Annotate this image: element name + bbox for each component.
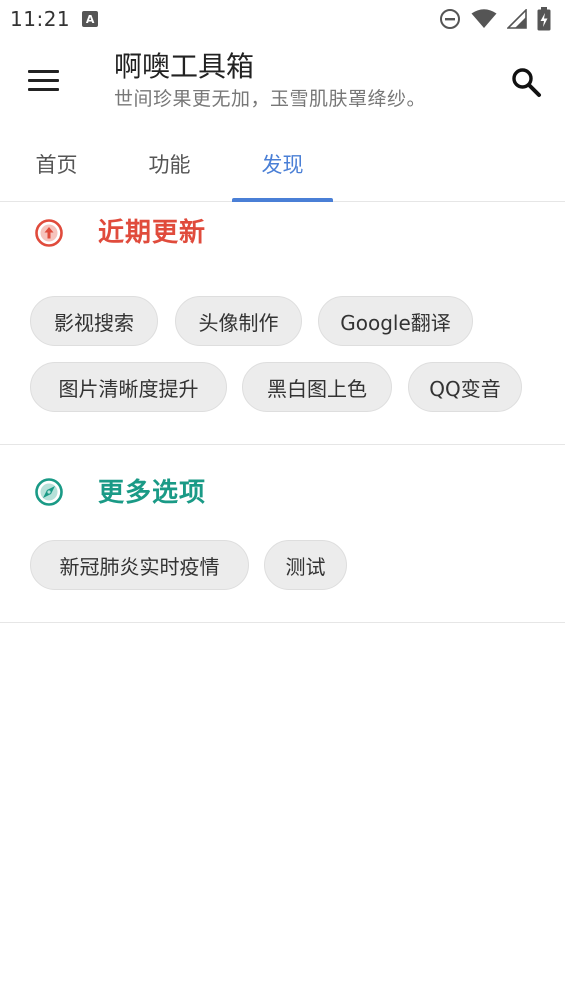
tab-home[interactable]: 首页 [0, 138, 113, 202]
chip-image-enhance[interactable]: 图片清晰度提升 [30, 362, 227, 412]
tab-discover[interactable]: 发现 [232, 138, 333, 202]
app-bar: 啊噢工具箱 世间珍果更无加，玉雪肌肤罩绛纱。 [0, 38, 565, 126]
chip-video-search[interactable]: 影视搜索 [30, 296, 158, 346]
status-bar: 11:21 A [0, 0, 565, 38]
menu-icon-line [28, 88, 59, 91]
section-more-options: 更多选项 新冠肺炎实时疫情 测试 [0, 445, 565, 623]
battery-charging-icon [537, 7, 551, 31]
compass-icon [35, 478, 63, 506]
menu-button[interactable] [28, 68, 60, 94]
cell-signal-icon [507, 9, 527, 29]
title-block: 啊噢工具箱 世间珍果更无加，玉雪肌肤罩绛纱。 [114, 50, 426, 112]
section-title: 近期更新 [98, 218, 207, 248]
chip-qq-voice-changer[interactable]: QQ变音 [408, 362, 522, 412]
status-time: 11:21 [10, 7, 71, 31]
chip-avatar-maker[interactable]: 头像制作 [175, 296, 302, 346]
chip-colorize[interactable]: 黑白图上色 [242, 362, 392, 412]
notification-a-icon: A [82, 11, 99, 27]
menu-icon [28, 70, 59, 73]
wifi-icon [471, 9, 497, 28]
chip-test[interactable]: 测试 [264, 540, 347, 590]
do-not-disturb-icon [440, 9, 460, 29]
status-icons [439, 7, 551, 31]
app-title: 啊噢工具箱 [114, 50, 255, 83]
tab-features[interactable]: 功能 [113, 138, 226, 202]
chip-covid-tracker[interactable]: 新冠肺炎实时疫情 [30, 540, 249, 590]
menu-icon-line [28, 79, 59, 82]
chip-google-translate[interactable]: Google翻译 [318, 296, 473, 346]
section-header: 更多选项 [0, 445, 565, 508]
search-icon [512, 68, 541, 97]
section-header: 近期更新 [0, 202, 565, 262]
search-button[interactable] [510, 66, 542, 98]
tab-bar: 首页 功能 发现 [0, 138, 565, 202]
section-recent-updates: 近期更新 影视搜索 头像制作 Google翻译 图片清晰度提升 黑白图上色 QQ… [0, 202, 565, 445]
arrow-up-circle-icon [35, 219, 63, 247]
app-subtitle: 世间珍果更无加，玉雪肌肤罩绛纱。 [114, 88, 427, 110]
section-title: 更多选项 [98, 478, 207, 508]
